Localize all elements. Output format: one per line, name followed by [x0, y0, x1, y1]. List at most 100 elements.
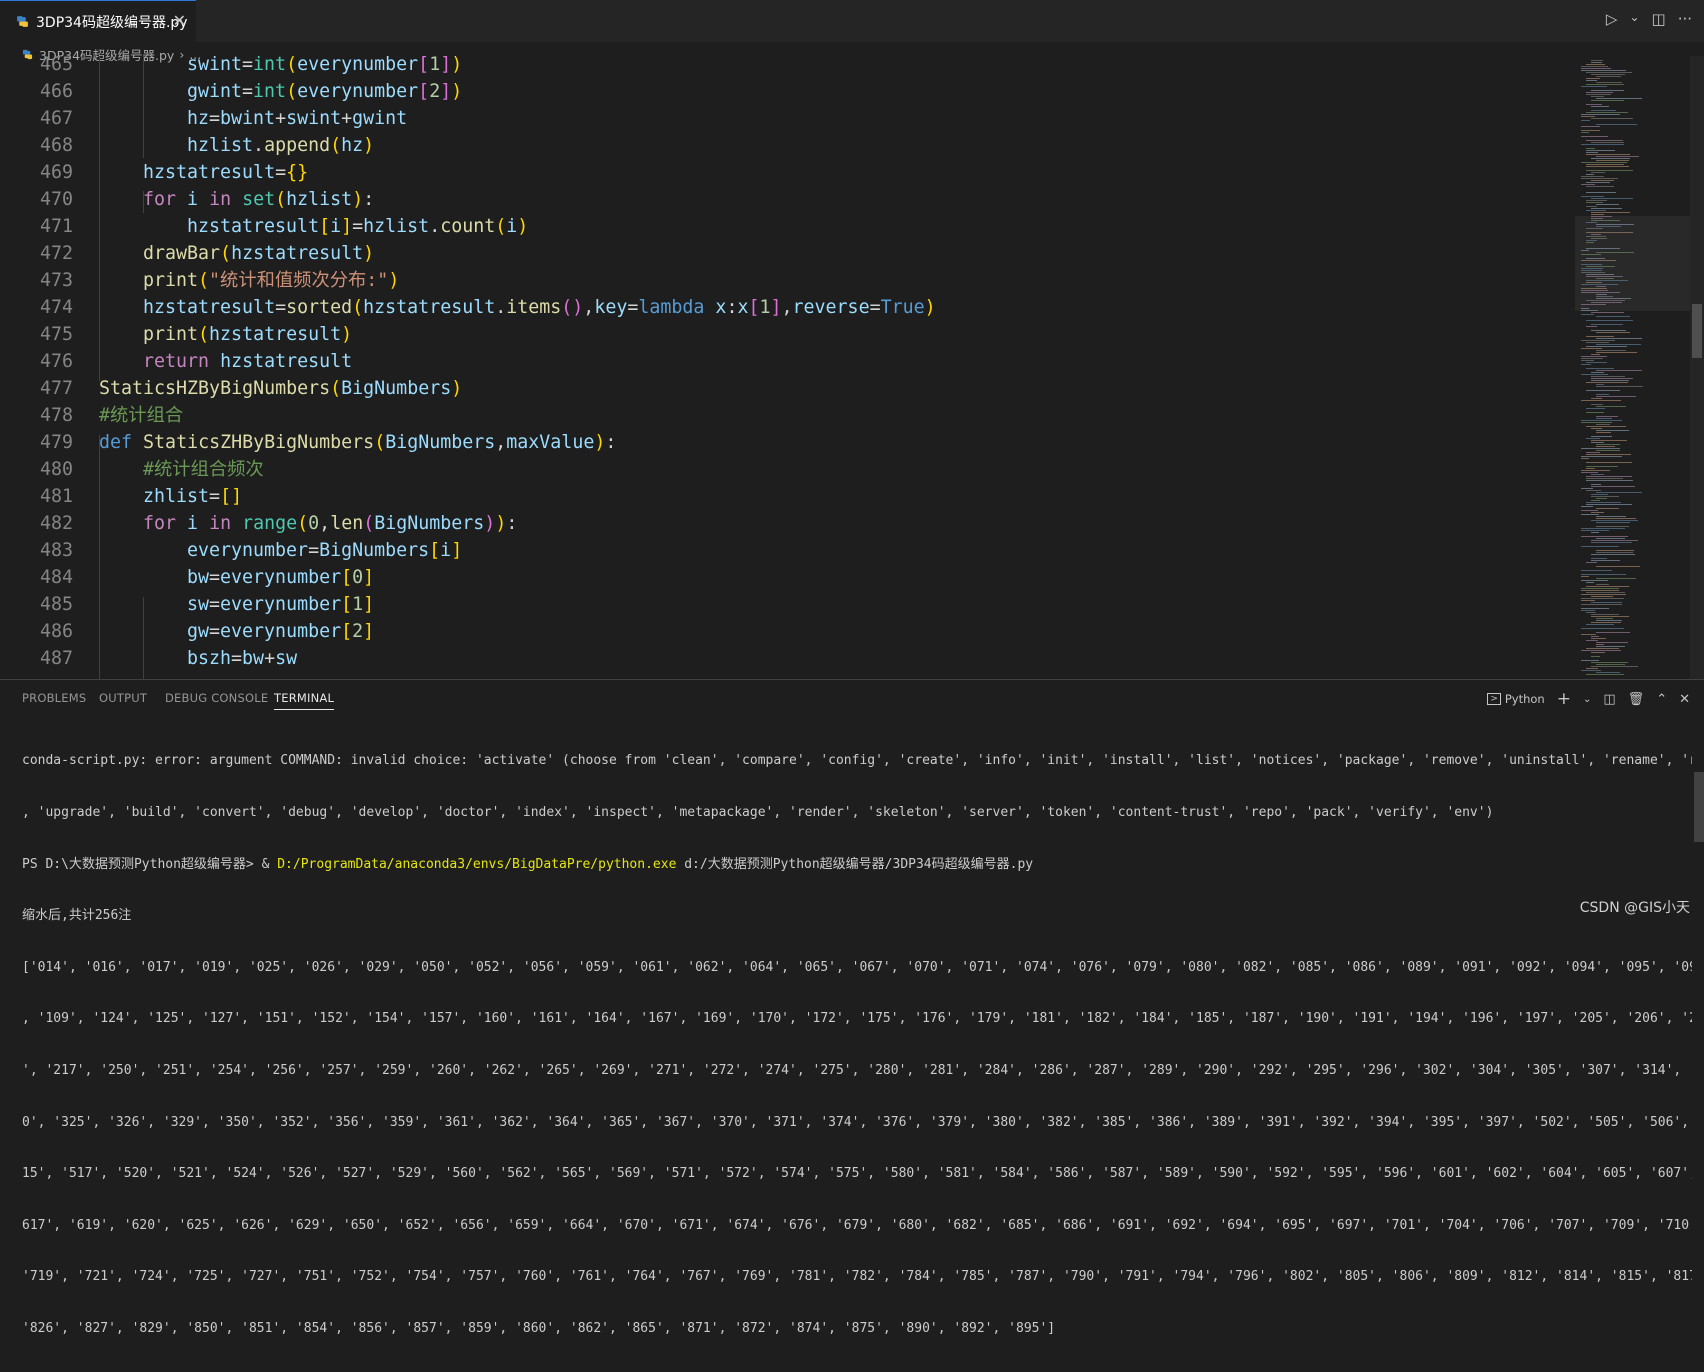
terminal-line: 15', '517', '520', '521', '524', '526', …	[22, 1166, 1692, 1182]
terminal-line: '826', '827', '829', '850', '851', '854'…	[22, 1320, 1056, 1336]
minimap-line	[1596, 394, 1609, 395]
tab-debug-console[interactable]: DEBUG CONSOLE	[165, 691, 268, 705]
editor-actions: ▷ ⌄ ◫ ···	[1606, 10, 1692, 28]
tab-active-file[interactable]: 3DP34码超级编号器.py ✕	[0, 0, 196, 42]
tab-terminal[interactable]: TERMINAL	[274, 691, 335, 710]
line-number: 479	[39, 432, 73, 453]
trash-icon[interactable]: 🗑	[1628, 692, 1645, 707]
minimap-line	[1586, 64, 1605, 65]
tab-output[interactable]: OUTPUT	[99, 691, 147, 705]
minimap-line	[1581, 176, 1604, 177]
terminal-line: , '109', '124', '125', '127', '151', '15…	[22, 1011, 1692, 1027]
minimap-line	[1586, 612, 1596, 613]
line-number: 465	[39, 56, 73, 75]
minimap-line	[1591, 542, 1632, 543]
minimap-line	[1591, 354, 1600, 355]
minimap-line	[1586, 112, 1628, 113]
minimap-line	[1591, 500, 1600, 501]
code-line: 471 hzstatresult[i]=hzlist.count(i)	[0, 213, 1575, 240]
chevron-down-icon[interactable]: ⌄	[1629, 10, 1639, 28]
line-number: 485	[39, 594, 73, 615]
minimap-line	[1586, 624, 1614, 625]
minimap-line	[1596, 416, 1618, 417]
minimap-line	[1591, 118, 1633, 119]
minimap-line	[1596, 518, 1636, 519]
line-number: 486	[39, 621, 73, 642]
minimap-line	[1591, 638, 1606, 639]
watermark: CSDN @GIS小天	[1579, 900, 1690, 916]
minimap-line	[1591, 142, 1624, 143]
minimap-line	[1581, 488, 1593, 489]
line-number: 475	[39, 324, 73, 345]
minimap-line	[1591, 558, 1607, 559]
minimap-line	[1596, 432, 1611, 433]
minimap-line	[1596, 526, 1629, 527]
split-terminal-icon[interactable]: ◫	[1603, 692, 1615, 707]
minimap-line	[1581, 608, 1609, 609]
minimap-line	[1581, 594, 1626, 595]
minimap-line	[1586, 84, 1624, 85]
minimap-viewport[interactable]	[1575, 216, 1690, 311]
minimap-line	[1591, 622, 1621, 623]
minimap-line	[1581, 570, 1612, 571]
minimap-line	[1591, 100, 1624, 101]
terminal-output[interactable]: conda-script.py: error: argument COMMAND…	[22, 718, 1692, 1372]
line-number: 466	[39, 81, 73, 102]
minimap-line	[1596, 550, 1634, 551]
tab-problems[interactable]: PROBLEMS	[22, 691, 86, 705]
minimap-line	[1586, 562, 1597, 563]
minimap-line	[1586, 362, 1607, 363]
chevron-down-icon[interactable]: ⌄	[1583, 694, 1591, 705]
minimap-line	[1581, 184, 1595, 185]
python-exe-path: D:/ProgramData/anaconda3/envs/BigDataPre…	[277, 856, 677, 872]
minimap-line	[1581, 130, 1600, 131]
chevron-up-icon[interactable]: ⌃	[1656, 692, 1667, 707]
bottom-panel: PROBLEMS OUTPUT DEBUG CONSOLE TERMINAL >…	[0, 679, 1704, 1336]
minimap-line	[1586, 166, 1629, 167]
minimap-line	[1591, 520, 1638, 521]
minimap-line	[1586, 210, 1606, 211]
close-panel-icon[interactable]: ✕	[1679, 692, 1690, 707]
minimap-line	[1591, 436, 1612, 437]
minimap[interactable]	[1575, 56, 1690, 679]
minimap-line	[1596, 538, 1625, 539]
close-icon[interactable]: ✕	[173, 11, 186, 30]
minimap-line	[1586, 502, 1621, 503]
code-editor[interactable]: 465 swint=int(everynumber[1]) 466 gwint=in…	[0, 56, 1575, 679]
terminal-line: ['014', '016', '017', '019', '025', '026…	[22, 959, 1692, 975]
editor-scrollbar[interactable]	[1690, 56, 1704, 679]
run-icon[interactable]: ▷	[1606, 10, 1618, 28]
terminal-line: , 'upgrade', 'build', 'convert', 'debug'…	[22, 805, 1494, 820]
minimap-line	[1581, 458, 1589, 459]
minimap-line	[1581, 178, 1618, 179]
minimap-line	[1591, 110, 1616, 111]
code-line: 482 for i in range(0,len(BigNumbers)):	[0, 510, 1575, 537]
minimap-line	[1596, 552, 1633, 553]
minimap-line	[1596, 644, 1604, 645]
split-editor-icon[interactable]: ◫	[1652, 10, 1666, 28]
more-icon[interactable]: ···	[1678, 10, 1692, 28]
add-terminal-icon[interactable]: +	[1557, 689, 1571, 709]
minimap-line	[1596, 204, 1619, 205]
minimap-line	[1596, 396, 1636, 397]
minimap-line	[1581, 400, 1621, 401]
minimap-line	[1586, 648, 1619, 649]
minimap-line	[1586, 148, 1595, 149]
minimap-line	[1591, 616, 1629, 617]
minimap-line	[1596, 352, 1637, 353]
shell-label[interactable]: Python	[1505, 692, 1545, 706]
minimap-line	[1581, 420, 1622, 421]
scrollbar-thumb[interactable]	[1692, 304, 1702, 358]
minimap-line	[1596, 620, 1622, 621]
minimap-line	[1586, 92, 1613, 93]
minimap-line	[1596, 82, 1622, 83]
minimap-line	[1591, 330, 1626, 331]
terminal-scrollbar[interactable]	[1694, 772, 1704, 842]
minimap-line	[1586, 412, 1604, 413]
minimap-line	[1586, 368, 1614, 369]
line-number: 473	[39, 270, 73, 291]
code-line: 472 drawBar(hzstatresult)	[0, 240, 1575, 267]
minimap-line	[1581, 660, 1599, 661]
minimap-line	[1586, 78, 1600, 79]
minimap-line	[1591, 560, 1620, 561]
